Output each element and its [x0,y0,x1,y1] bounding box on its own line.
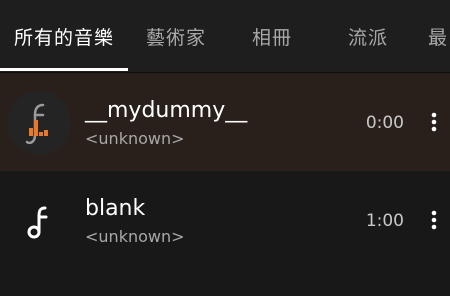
music-note-icon [27,206,48,239]
song-duration: 0:00 [365,113,404,133]
more-vert-icon[interactable] [422,107,446,137]
song-title: blank [85,196,146,221]
song-title: __mydummy__ [85,98,248,123]
tab-genres[interactable]: 流派 [320,0,416,72]
song-row-playing[interactable]: __mydummy__ <unknown> 0:00 [0,73,450,171]
album-art [7,91,71,155]
tab-albums[interactable]: 相冊 [224,0,320,72]
song-artist: <unknown> [85,129,185,148]
song-duration: 1:00 [365,211,404,231]
tab-partial[interactable]: 最 [428,0,450,72]
tab-all-music[interactable]: 所有的音樂 [0,0,128,72]
song-row[interactable]: blank <unknown> 1:00 [0,171,450,269]
tab-artists[interactable]: 藝術家 [128,0,224,72]
more-vert-icon[interactable] [422,205,446,235]
song-artist: <unknown> [85,227,185,246]
tab-indicator [0,68,128,71]
equalizer-note-icon [25,103,48,145]
tab-bar: 所有的音樂 藝術家 相冊 流派 最 [0,0,450,73]
album-art [7,189,71,253]
